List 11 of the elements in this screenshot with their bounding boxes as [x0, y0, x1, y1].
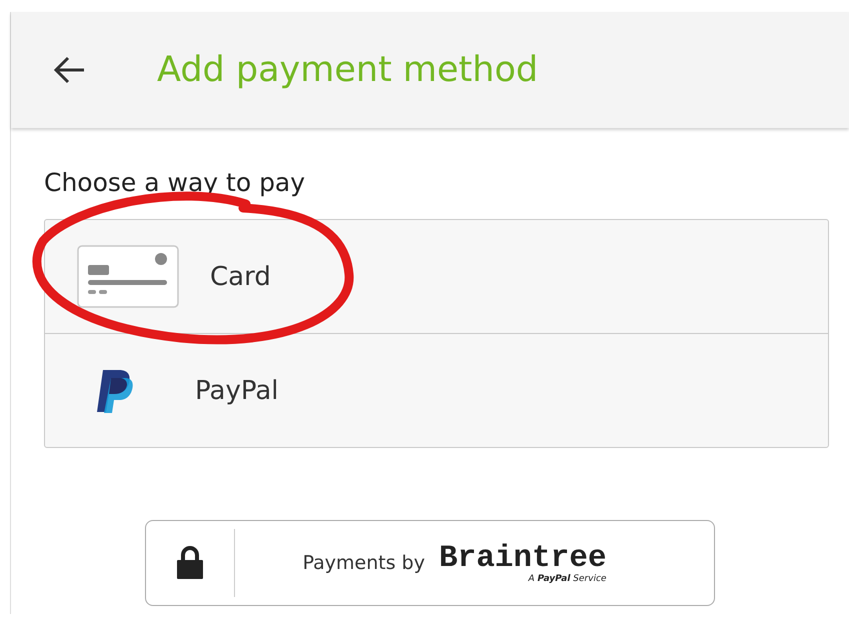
page-title: Add payment method — [157, 50, 538, 90]
section-prompt: Choose a way to pay — [44, 168, 306, 197]
method-option[interactable]: Card — [210, 262, 271, 292]
credit-card-icon — [76, 245, 178, 308]
back-arrow-icon — [52, 55, 86, 85]
lock-icon — [176, 546, 204, 580]
method-option[interactable]: PayPal — [195, 376, 278, 406]
tagline: A PayPal Service — [528, 574, 606, 584]
braintree-logo: Braintree — [439, 542, 606, 574]
payments-by-label: Payments by — [302, 552, 425, 574]
paypal-icon — [95, 368, 135, 414]
